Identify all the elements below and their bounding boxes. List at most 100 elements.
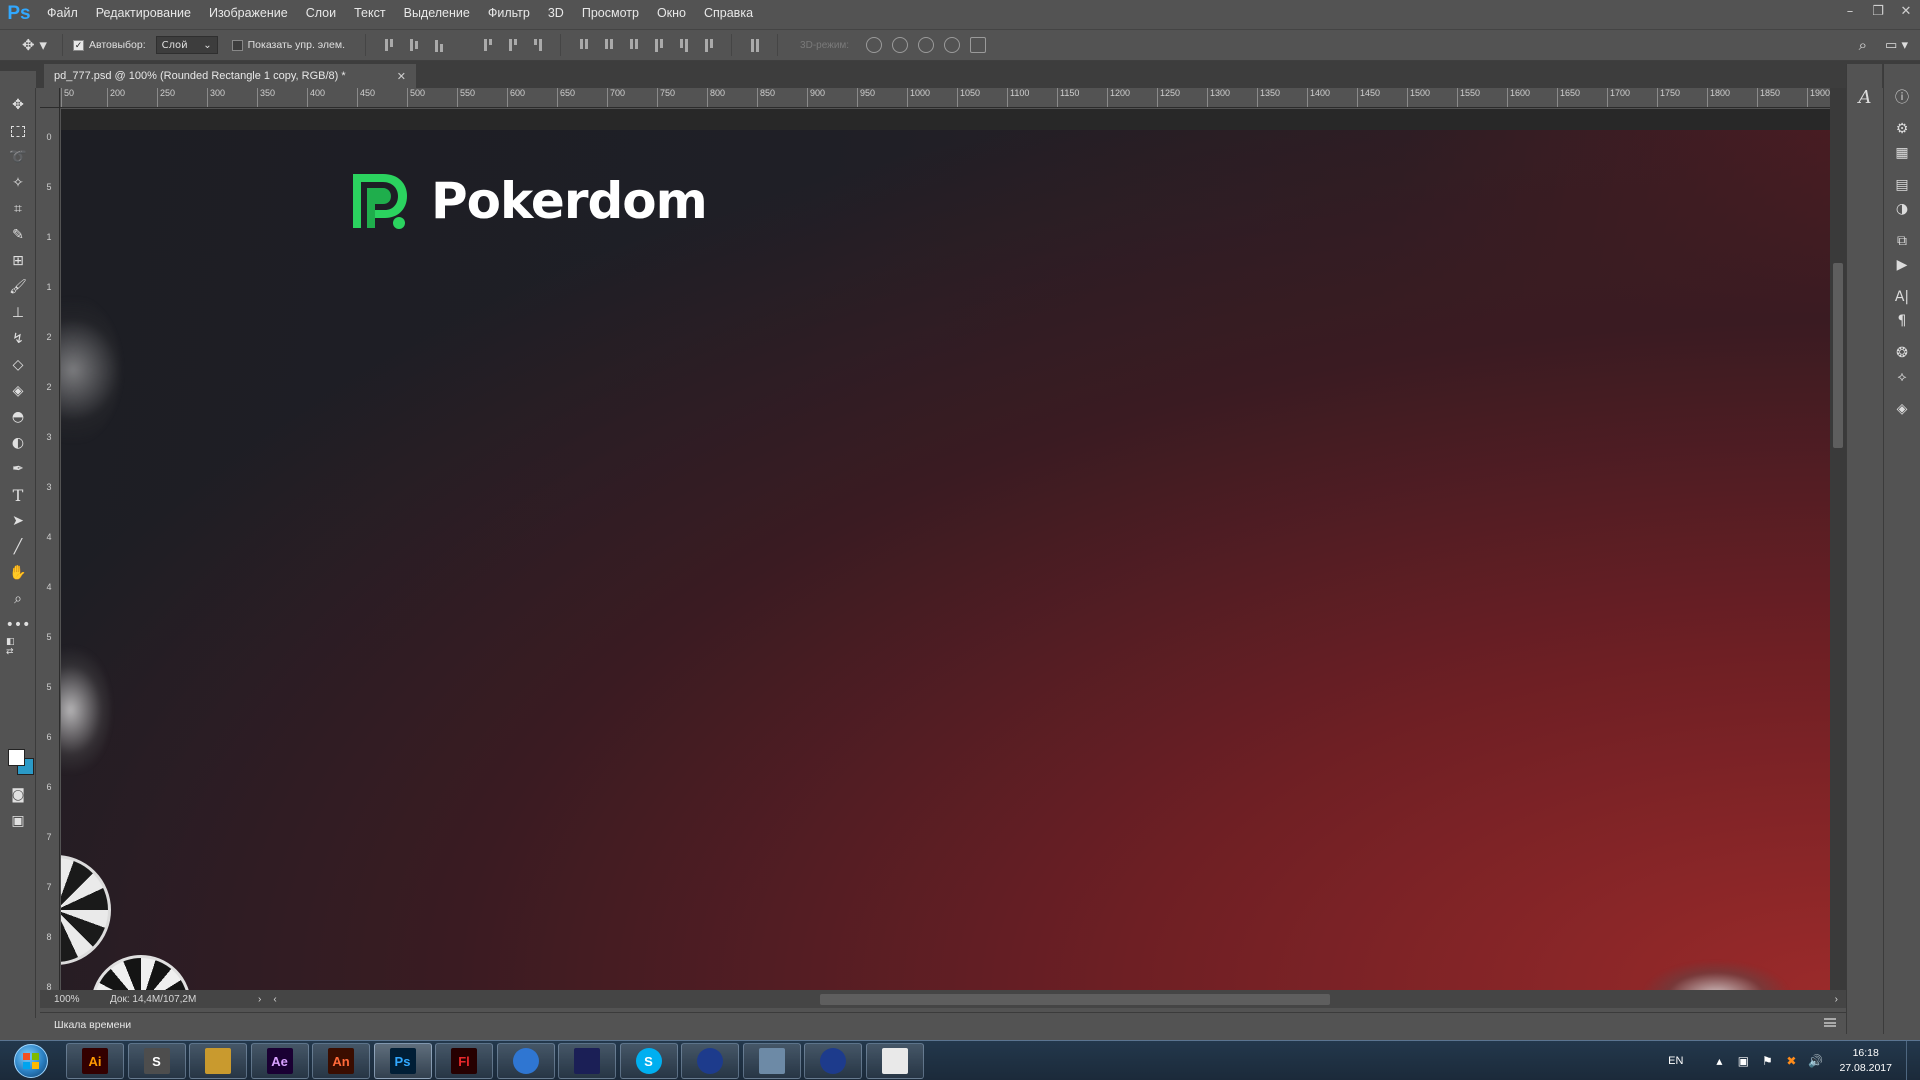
glyphs-panel-icon[interactable]: A [1856,87,1874,108]
canvas-area[interactable]: Pokerdom [61,109,1830,990]
move-tool-icon[interactable]: ✥ [9,96,27,114]
close-icon[interactable]: ✕ [1892,0,1920,22]
align-hcenter-icon[interactable] [506,38,519,52]
default-colors-icon[interactable]: ◧ ⇄ [6,637,24,657]
align-vcenter-icon[interactable] [407,39,420,52]
healing-brush-tool-icon[interactable]: ⊞ [9,252,27,270]
3d-panel-icon[interactable]: ⚙ [1893,120,1911,138]
layers-panel-icon[interactable]: ◈ [1893,400,1911,418]
paths-panel-icon[interactable]: ⟡ [1893,368,1911,386]
vertical-scroll-thumb[interactable] [1833,263,1843,448]
align-top-icon[interactable] [382,38,395,52]
taskbar-app-notepad[interactable] [865,1043,924,1079]
3d-roll-icon[interactable] [892,37,909,53]
menu-image[interactable]: Изображение [200,0,297,27]
taskbar-app-explorer[interactable] [189,1043,247,1079]
volume-icon[interactable]: 🔊 [1807,1053,1823,1069]
distribute-right-icon[interactable] [702,38,715,52]
taskbar-app-animate[interactable]: An [312,1043,370,1079]
taskbar-app-calculator[interactable] [742,1043,801,1079]
3d-scale-icon[interactable] [970,37,987,53]
scroll-right-icon[interactable]: › [1835,994,1838,1005]
network-icon[interactable]: ▣ [1735,1053,1751,1069]
clone-stamp-tool-icon[interactable]: ⊥ [9,304,27,322]
action-center-flag-icon[interactable]: ⚑ [1759,1053,1775,1069]
eraser-tool-icon[interactable]: ◇ [9,356,27,374]
show-hidden-icons-icon[interactable]: ▴ [1711,1053,1727,1069]
channels-panel-icon[interactable]: ❂ [1893,344,1911,362]
show-transform-checkbox[interactable]: Показать упр. элем. [231,39,345,51]
distribute-left-icon[interactable] [652,38,665,52]
quick-mask-icon[interactable]: ◙ [9,786,27,804]
language-indicator[interactable]: EN [1668,1055,1683,1067]
artboard[interactable]: Pokerdom [61,130,1830,990]
3d-slide-icon[interactable] [944,37,961,53]
menu-view[interactable]: Просмотр [573,0,648,27]
swatches-panel-icon[interactable]: ▦ [1893,144,1911,162]
restore-icon[interactable]: ❐ [1864,0,1892,22]
horizontal-scroll-thumb[interactable] [820,994,1330,1005]
3d-pan-icon[interactable] [918,37,935,53]
align-bottom-icon[interactable] [432,39,445,52]
brush-tool-icon[interactable]: 🖌 [9,278,27,296]
path-selection-tool-icon[interactable]: ➤ [9,512,27,530]
menu-edit[interactable]: Редактирование [87,0,200,27]
taskbar-app-photoshop[interactable]: Ps [373,1043,432,1079]
more-tools-icon[interactable]: ••• [6,616,31,634]
blur-tool-icon[interactable]: ◓ [9,408,27,426]
taskbar-app-flash[interactable]: Fl [435,1043,493,1079]
type-tool-icon[interactable]: T [9,486,27,505]
adjustments-panel-icon[interactable]: ◑ [1893,200,1911,218]
clock[interactable]: 16:18 27.08.2017 [1839,1046,1892,1076]
start-button[interactable] [5,1043,57,1079]
vertical-scrollbar[interactable] [1830,88,1846,990]
marquee-tool-icon[interactable] [9,122,27,140]
search-icon[interactable]: ⌕ [1859,36,1867,54]
taskbar-app-illustrator[interactable]: Ai [66,1043,124,1079]
vertical-ruler[interactable]: 0 5 1 1 2 2 3 3 4 4 5 5 6 6 7 7 8 8 [40,108,60,990]
menu-help[interactable]: Справка [695,0,762,27]
crop-tool-icon[interactable]: ⌗ [9,200,27,218]
tray-app-icon[interactable]: ✖ [1783,1053,1799,1069]
menu-3d[interactable]: 3D [539,0,573,27]
taskbar-app-skype[interactable]: S [619,1043,678,1079]
info-panel-icon[interactable]: ⓘ [1893,88,1911,106]
align-left-icon[interactable] [481,38,494,52]
minimize-icon[interactable]: – [1836,0,1864,22]
scroll-left-icon[interactable]: ‹ [273,994,276,1005]
menu-window[interactable]: Окно [648,0,695,27]
taskbar-app-sublime[interactable]: S [127,1043,186,1079]
timeline-tab[interactable]: Шкала времени [46,1015,140,1035]
taskbar-app-firefox[interactable] [681,1043,739,1079]
status-menu-arrow-icon[interactable]: › [258,994,261,1005]
pen-tool-icon[interactable]: ✒ [9,460,27,478]
move-tool-preset-icon[interactable]: ✥ ▾ [22,36,52,54]
taskbar-app-app-circle[interactable] [496,1043,555,1079]
autoselect-checkbox[interactable]: ✓ Автовыбор: [73,39,146,51]
menu-select[interactable]: Выделение [395,0,479,27]
distribute-top-icon[interactable] [577,38,590,52]
distribute-bottom-icon[interactable] [627,38,640,52]
document-tab[interactable]: pd_777.psd @ 100% (Rounded Rectangle 1 c… [44,64,416,88]
taskbar-app-after-effects[interactable]: Ae [250,1043,309,1079]
show-desktop-button[interactable] [1906,1041,1920,1080]
close-tab-icon[interactable]: ✕ [397,70,406,83]
panel-menu-icon[interactable] [1824,1018,1836,1027]
magic-wand-tool-icon[interactable]: ✧ [9,174,27,192]
3d-rotate-icon[interactable] [866,37,883,53]
lasso-tool-icon[interactable]: ➰ [9,148,27,166]
workspace-icon[interactable]: ▭ ▾ [1885,38,1908,53]
dodge-tool-icon[interactable]: ◐ [9,434,27,452]
history-panel-icon[interactable]: ⧉ [1893,232,1911,250]
autoselect-target-select[interactable]: Слой ⌄ [155,36,218,54]
menu-layers[interactable]: Слои [297,0,345,27]
menu-type[interactable]: Текст [345,0,394,27]
history-brush-tool-icon[interactable]: ↯ [9,330,27,348]
properties-panel-icon[interactable]: ▤ [1893,176,1911,194]
align-right-icon[interactable] [531,38,544,52]
menu-filter[interactable]: Фильтр [479,0,539,27]
taskbar-app-firefox-2[interactable] [804,1043,862,1079]
paint-bucket-tool-icon[interactable]: ◈ [9,382,27,400]
paragraph-panel-icon[interactable]: ¶ [1893,312,1911,330]
actions-panel-icon[interactable]: ▶ [1893,256,1911,274]
